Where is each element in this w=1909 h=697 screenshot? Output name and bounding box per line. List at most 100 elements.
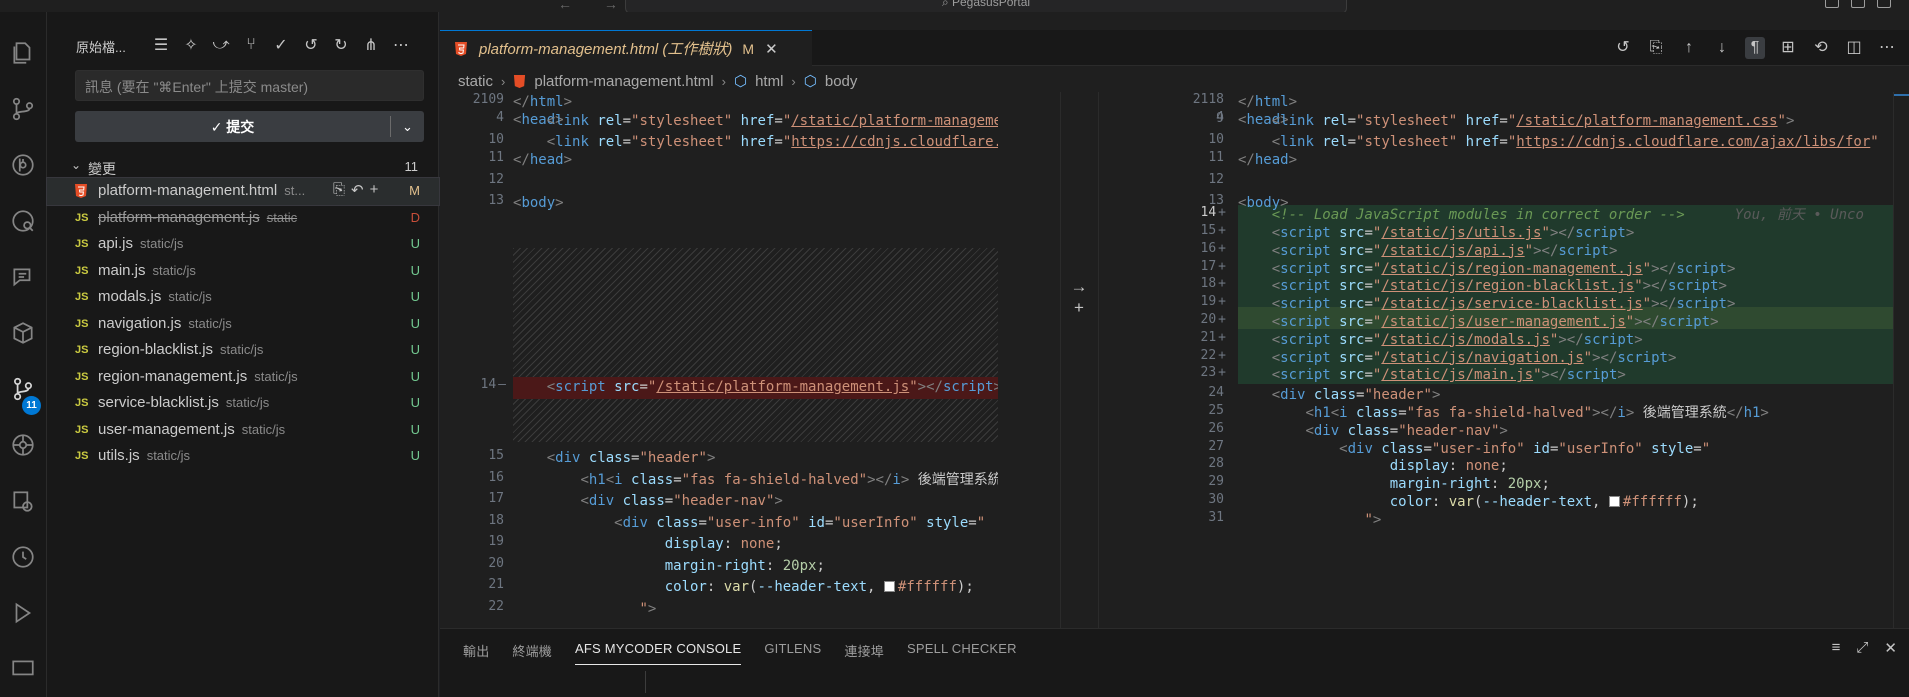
file-path: static/js — [241, 421, 286, 437]
commit-message-input[interactable]: 訊息 (要在 "⌘Enter" 上提交 master) — [75, 70, 424, 101]
next-change-icon[interactable]: ↓ — [1712, 37, 1732, 59]
sparkle-icon[interactable]: ✧ — [180, 34, 202, 56]
history-icon[interactable]: ↺ — [300, 34, 322, 56]
changed-file-item[interactable]: JS navigation.js static/js U — [47, 311, 439, 338]
map-icon[interactable]: ⊞ — [1778, 37, 1798, 59]
panel-tab[interactable]: SPELL CHECKER — [907, 641, 1017, 665]
bottom-panel: 輸出 終端機 AFS MYCODER CONSOLE GITLENS 連接埠 SPELL … — [440, 628, 1909, 697]
panel-tab[interactable]: GITLENS — [764, 641, 821, 665]
tab-platform-management[interactable]: platform-management.html (工作樹狀) M ✕ — [440, 30, 812, 66]
more-actions-icon[interactable]: ⋯ — [390, 34, 412, 56]
original-pane[interactable]: 2109 4 10 11 12 13 14—15 16 17 18 19 20 … — [440, 92, 998, 628]
activity-bar: 11 — [0, 12, 47, 697]
changed-file-item[interactable]: JS region-blacklist.js static/js U — [47, 337, 439, 364]
file-status: U — [410, 315, 420, 331]
file-name: platform-management.js static — [98, 208, 298, 226]
remote-icon[interactable] — [8, 654, 38, 684]
line-number: 20 — [488, 556, 504, 571]
breadcrumb-item[interactable]: html — [755, 73, 783, 90]
changed-file-item[interactable]: platform-management.html st... ⎘ ↶ + M — [46, 177, 440, 206]
explorer-icon[interactable] — [8, 38, 38, 68]
toggle-sidebar-icon[interactable] — [1825, 0, 1839, 8]
code-line: "> — [639, 601, 657, 617]
breadcrumb-item[interactable]: platform-management.html — [534, 73, 713, 90]
discard-changes-icon[interactable]: ↶ — [351, 181, 364, 199]
refresh-icon[interactable]: ↻ — [330, 34, 352, 56]
changed-file-item[interactable]: JS api.js static/js U — [47, 231, 439, 258]
changed-file-item[interactable]: JS user-management.js static/js U — [47, 417, 439, 444]
maximize-panel-icon[interactable]: ⤢ — [1856, 639, 1868, 657]
file-name: user-management.js static/js — [98, 420, 286, 438]
revert-arrow-icon[interactable]: → — [1067, 277, 1091, 297]
chat-icon[interactable] — [8, 262, 38, 292]
line-number: 19 — [488, 534, 504, 549]
commit-button[interactable]: ✓ 提交 — [75, 111, 390, 142]
toggle-secondary-sidebar-icon[interactable] — [1877, 0, 1891, 8]
split-editor-icon[interactable]: ◫ — [1844, 37, 1864, 59]
package-icon[interactable] — [8, 318, 38, 348]
overview-ruler[interactable] — [1893, 92, 1909, 628]
code-line: <link rel="stylesheet" href="/static/pla… — [1271, 113, 1795, 129]
toggle-panel-icon[interactable] — [1851, 0, 1865, 8]
line-number: 11 — [488, 150, 504, 165]
changes-section-header[interactable]: ⌄ 變更 11 — [47, 156, 439, 178]
search-debug-icon[interactable] — [8, 206, 38, 236]
previous-change-icon[interactable]: ↑ — [1679, 37, 1699, 59]
commit-dropdown-icon[interactable]: ⌄ — [391, 111, 424, 142]
more-actions-icon[interactable]: ⋯ — [1877, 37, 1897, 59]
source-control-badge: 11 — [22, 396, 41, 415]
clear-output-icon[interactable]: ≡ — [1832, 639, 1841, 657]
editor-actions: ↺ ⎘ ↑ ↓ ¶ ⊞ ⟲ ◫ ⋯ — [1613, 37, 1897, 59]
javascript-icon: JS — [75, 211, 89, 224]
git-compare-icon[interactable]: ⤻ — [210, 34, 232, 56]
breadcrumb-item[interactable]: static — [458, 73, 493, 90]
open-file-icon[interactable]: ⎘ — [1646, 37, 1666, 59]
diff-editor: platform-management.html (工作樹狀) M ✕ ↺ ⎘ … — [440, 12, 1909, 628]
line-number: 25 — [1208, 402, 1224, 418]
kubernetes-icon[interactable] — [8, 430, 38, 460]
panel-tab[interactable]: 終端機 — [512, 641, 552, 665]
file-name: utils.js static/js — [98, 447, 191, 464]
pilcrow-icon[interactable]: ¶ — [1745, 37, 1765, 59]
open-file-icon[interactable]: ⎘ — [333, 181, 345, 199]
breadcrumb-item[interactable]: body — [825, 73, 858, 90]
git-history-icon[interactable] — [8, 150, 38, 180]
changes-label: 變更 — [88, 161, 116, 177]
changed-file-item[interactable]: JS main.js static/js U — [47, 258, 439, 285]
line-number: 30 — [1208, 492, 1224, 508]
panel-tab[interactable]: AFS MYCODER CONSOLE — [575, 641, 742, 665]
nav-arrows[interactable]: ← → — [558, 0, 632, 12]
source-control-graph-icon[interactable] — [8, 94, 38, 124]
open-changes-history-icon[interactable]: ↺ — [1613, 37, 1633, 59]
code-line: </head> — [1238, 152, 1298, 168]
close-panel-icon[interactable]: ✕ — [1884, 639, 1897, 657]
panel-tab[interactable]: 連接埠 — [844, 641, 884, 665]
timeline-icon[interactable] — [8, 542, 38, 572]
changed-file-item[interactable]: JS utils.js static/js U — [47, 443, 439, 470]
panel-tab[interactable]: 輸出 — [463, 641, 489, 665]
git-graph-icon[interactable]: ⋔ — [360, 34, 382, 56]
code-line: "> — [1364, 511, 1382, 528]
stage-changes-icon[interactable]: + — [370, 181, 379, 199]
line-number: 29 — [1208, 474, 1224, 490]
view-as-list-icon[interactable]: ☰ — [150, 34, 172, 56]
changed-file-item[interactable]: JS service-blacklist.js static/js U — [47, 390, 439, 417]
remote-explorer-icon[interactable] — [8, 486, 38, 516]
changed-file-item[interactable]: JS modals.js static/js U — [47, 284, 439, 311]
line-number: 18 + — [1200, 276, 1226, 292]
changed-file-item[interactable]: JS region-management.js static/js U — [47, 364, 439, 391]
chevron-right-icon: › — [501, 73, 506, 89]
swap-icon[interactable]: ⟲ — [1811, 37, 1831, 59]
run-debug-icon[interactable] — [8, 598, 38, 628]
html5-icon — [455, 41, 467, 56]
modified-pane[interactable]: 2118 4 9 10 11 12 13 14 +15 +16 +17 +18 +19 +2… — [1160, 92, 1909, 628]
code-line: <link rel="stylesheet" href="https://cdn… — [1271, 134, 1879, 150]
line-number: 22 — [488, 599, 504, 614]
changed-file-item[interactable]: JS platform-management.js static D — [47, 205, 439, 232]
file-status: U — [410, 342, 420, 357]
stage-plus-icon[interactable]: + — [1067, 298, 1091, 318]
commit-check-icon[interactable]: ✓ — [270, 34, 292, 56]
git-branch-icon[interactable]: ⑂ — [240, 34, 262, 56]
close-icon[interactable]: ✕ — [765, 40, 778, 58]
code-line: </head> — [513, 152, 573, 168]
